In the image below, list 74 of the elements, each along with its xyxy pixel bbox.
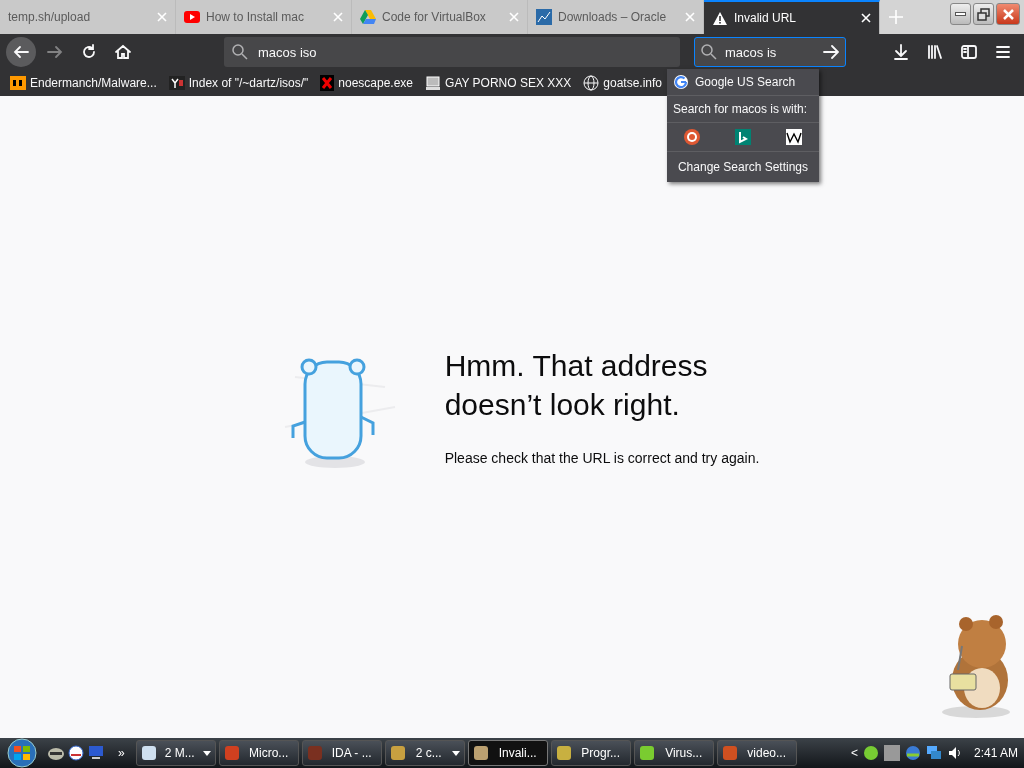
search-icon [701,44,717,60]
back-button[interactable] [6,37,36,67]
taskbar-button[interactable]: Micro... [218,740,299,766]
bing-logo-icon[interactable] [735,129,751,145]
wikipedia-logo-icon[interactable] [785,129,802,145]
shield-icon[interactable] [68,745,84,761]
app-icon [223,745,240,761]
app-icon [472,745,489,761]
taskbar-button[interactable]: Progr... [550,740,631,766]
search-field[interactable]: macos is [723,38,817,66]
restore-icon [977,7,990,21]
arrow-right-icon[interactable] [823,45,839,59]
minimize-icon [955,12,966,16]
app-icon [389,745,406,761]
app-icon [140,745,157,761]
sidebar-icon [960,43,978,61]
close-icon [1001,7,1015,21]
google-logo-icon [673,74,689,90]
triangle-logo-icon [360,10,376,24]
site-logo-icon [10,76,26,90]
search-prompt: Search for macos is with: [673,101,808,118]
tab[interactable]: Code for VirtualBox [352,0,528,34]
minimize-button[interactable] [950,3,971,25]
taskbar-button[interactable]: IDA - ... [301,740,382,766]
taskbar-button[interactable]: 2 c... [384,740,465,766]
bookmark[interactable]: noescape.exe [320,74,414,92]
app-icon [638,745,655,761]
chevron[interactable]: » [118,744,125,762]
bookmark[interactable]: GAY PORNO SEX XXX [425,74,572,92]
taskbar-button[interactable]: 2 M... [135,740,216,766]
taskbar-button[interactable]: Virus... [633,740,714,766]
network-icon[interactable] [925,745,942,761]
site-logo-icon [168,76,185,90]
bookmark[interactable]: Endermanch/Malware... [10,74,157,92]
library-icon [926,43,944,61]
settings-button[interactable]: Change Search Settings [667,152,819,182]
computer-icon [425,75,442,91]
warning-icon [712,10,728,26]
error-heading: Hmm. That address doesn’t look right. [444,347,709,423]
close-icon[interactable] [861,13,871,23]
chart-icon [536,9,552,25]
tab[interactable]: Invalid URL [704,0,880,34]
restore-button[interactable] [973,3,994,25]
taskbar-button[interactable]: video... [716,740,797,766]
video-play-icon [184,11,200,23]
cross-icon [320,75,335,91]
app-icon [721,745,738,761]
reload-icon [80,43,98,61]
menu-icon [994,43,1012,61]
forward-icon [46,43,64,61]
tab[interactable]: How to Install mac [176,0,352,34]
speaker-icon[interactable] [946,745,963,761]
bookmark[interactable]: Index of "/~dartz/isos/" [168,74,309,92]
home-icon [114,43,132,61]
back-icon [12,43,30,61]
tray-chevron[interactable]: < [850,744,858,762]
error-message: Please check that the URL is correct and try again. [444,448,760,468]
search-bar[interactable]: macos is [694,37,846,67]
globe-icon[interactable] [904,745,921,761]
tab[interactable]: Downloads – Oracle [528,0,704,34]
monitor-icon[interactable] [87,745,105,761]
caret-icon [451,750,460,756]
globe-icon [583,75,600,91]
app-icon [306,745,323,761]
close-button[interactable] [996,3,1020,25]
app-icon [555,745,572,761]
search-icon [232,44,248,60]
clock[interactable]: 2:41 AM [973,744,1018,762]
tab[interactable]: temp.sh/upload [0,0,176,34]
caret-icon [202,750,211,756]
taskbar-button[interactable]: Invali... [467,740,548,766]
bookmark[interactable]: goatse.info [583,74,663,92]
search-suggestion[interactable]: Google US Search [667,69,819,96]
download-icon [892,43,910,61]
